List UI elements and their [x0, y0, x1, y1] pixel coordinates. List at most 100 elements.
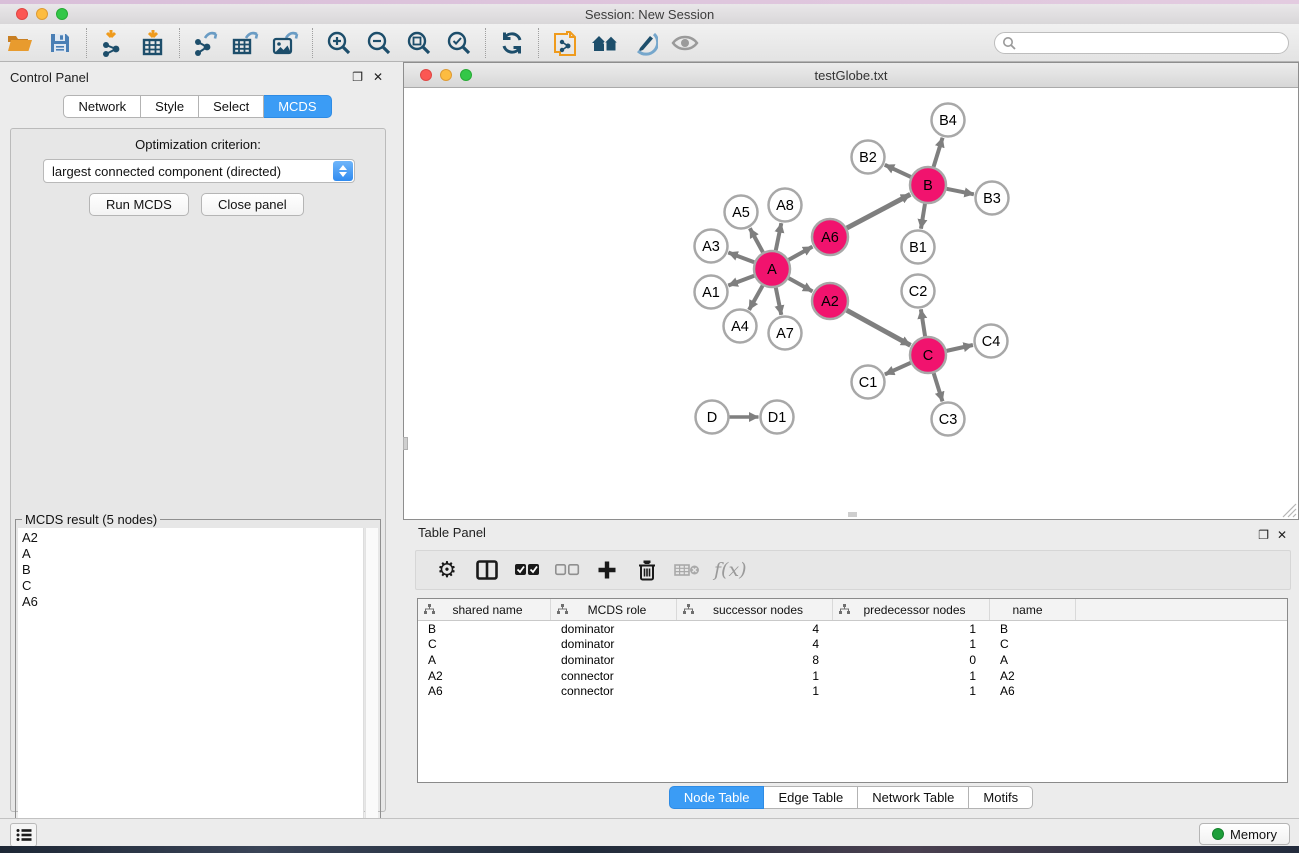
column-header-name[interactable]: name: [990, 599, 1076, 620]
edge-C-C4[interactable]: [947, 345, 973, 351]
unselect-all-columns-icon[interactable]: [554, 556, 580, 584]
cell[interactable]: 0: [833, 653, 990, 667]
node-A[interactable]: A: [754, 251, 790, 287]
node-D1[interactable]: D1: [761, 401, 794, 434]
save-session-button[interactable]: [40, 26, 80, 60]
show-graphics-details-button[interactable]: [665, 26, 705, 60]
import-table-button[interactable]: [133, 26, 173, 60]
close-panel-button[interactable]: Close panel: [201, 193, 304, 216]
cell[interactable]: B: [990, 622, 1076, 636]
table-options-gear-icon[interactable]: ⚙: [434, 556, 460, 584]
select-all-columns-icon[interactable]: [514, 556, 540, 584]
export-table-button[interactable]: [226, 26, 266, 60]
cell[interactable]: A: [418, 653, 551, 667]
node-B2[interactable]: B2: [852, 141, 885, 174]
split-panel-icon[interactable]: [474, 556, 500, 584]
node-C1[interactable]: C1: [852, 366, 885, 399]
column-header-shared-name[interactable]: shared name: [418, 599, 551, 620]
node-A5[interactable]: A5: [725, 196, 758, 229]
mcds-result-item[interactable]: A6: [22, 594, 359, 610]
node-A8[interactable]: A8: [769, 189, 802, 222]
edge-C-C2[interactable]: [921, 309, 925, 336]
cell[interactable]: 4: [677, 622, 833, 636]
cell[interactable]: A6: [990, 684, 1076, 698]
node-A4[interactable]: A4: [724, 310, 757, 343]
node-A2[interactable]: A2: [812, 283, 848, 319]
delete-columns-icon[interactable]: [634, 556, 660, 584]
network-canvas[interactable]: AA1A3A4A5A7A8A6A2BB1B2B3B4CC1C2C3C4DD1: [404, 88, 1298, 519]
zoom-selected-button[interactable]: [439, 26, 479, 60]
table-panel-float-icon[interactable]: ❐: [1258, 528, 1269, 542]
network-bottom-scrollbar-thumb[interactable]: [848, 512, 857, 517]
cell[interactable]: 4: [677, 637, 833, 651]
node-C[interactable]: C: [910, 337, 946, 373]
cell[interactable]: 1: [833, 669, 990, 683]
edge-A6-B[interactable]: [847, 194, 911, 228]
cell[interactable]: C: [418, 637, 551, 651]
edge-A-A2[interactable]: [789, 278, 813, 291]
export-network-button[interactable]: [186, 26, 226, 60]
cell[interactable]: dominator: [551, 622, 677, 636]
node-A3[interactable]: A3: [695, 230, 728, 263]
edge-C-C3[interactable]: [934, 373, 943, 401]
cell[interactable]: 1: [677, 669, 833, 683]
memory-button[interactable]: Memory: [1199, 823, 1290, 845]
apply-layout-button[interactable]: [492, 26, 532, 60]
table-row-A2[interactable]: A2connector11A2: [418, 668, 1287, 684]
add-column-icon[interactable]: [594, 556, 620, 584]
table-row-B[interactable]: Bdominator41B: [418, 621, 1287, 637]
edge-A-A6[interactable]: [789, 247, 813, 260]
mcds-result-item[interactable]: C: [22, 578, 359, 594]
control-panel-float-icon[interactable]: ❐: [352, 70, 363, 84]
cell[interactable]: A: [990, 653, 1076, 667]
edge-A-A4[interactable]: [749, 286, 763, 310]
node-B1[interactable]: B1: [902, 231, 935, 264]
tab-node-table[interactable]: Node Table: [669, 786, 765, 809]
export-image-button[interactable]: [266, 26, 306, 60]
edge-B-B1[interactable]: [921, 204, 925, 229]
cell[interactable]: A2: [990, 669, 1076, 683]
resize-grip-icon[interactable]: [1279, 500, 1297, 518]
tab-network-table[interactable]: Network Table: [858, 786, 969, 809]
node-B[interactable]: B: [910, 167, 946, 203]
network-left-scrollbar-thumb[interactable]: [403, 437, 408, 450]
edge-B-B3[interactable]: [947, 189, 974, 195]
criterion-dropdown[interactable]: largest connected component (directed): [43, 159, 355, 183]
cell[interactable]: 1: [677, 684, 833, 698]
edge-A-A7[interactable]: [776, 288, 782, 315]
table-row-C[interactable]: Cdominator41C: [418, 637, 1287, 653]
node-A1[interactable]: A1: [695, 276, 728, 309]
new-network-from-file-button[interactable]: [545, 26, 585, 60]
tab-style[interactable]: Style: [141, 95, 199, 118]
node-A7[interactable]: A7: [769, 317, 802, 350]
node-A6[interactable]: A6: [812, 219, 848, 255]
run-mcds-button[interactable]: Run MCDS: [89, 193, 189, 216]
task-history-button[interactable]: [10, 823, 37, 847]
cell[interactable]: C: [990, 637, 1076, 651]
table-row-A6[interactable]: A6connector11A6: [418, 683, 1287, 699]
column-header-MCDS-role[interactable]: MCDS role: [551, 599, 677, 620]
edge-A-A5[interactable]: [750, 228, 763, 252]
cell[interactable]: 1: [833, 684, 990, 698]
import-network-button[interactable]: [93, 26, 133, 60]
edge-A-A1[interactable]: [728, 276, 754, 286]
tab-mcds[interactable]: MCDS: [264, 95, 331, 118]
zoom-out-button[interactable]: [359, 26, 399, 60]
open-session-button[interactable]: [0, 26, 40, 60]
cell[interactable]: A2: [418, 669, 551, 683]
mcds-result-scrollbar[interactable]: [365, 528, 378, 853]
cell[interactable]: connector: [551, 684, 677, 698]
first-neighbors-button[interactable]: [585, 26, 625, 60]
zoom-fit-button[interactable]: [399, 26, 439, 60]
cell[interactable]: dominator: [551, 653, 677, 667]
edge-B-B4[interactable]: [934, 138, 943, 167]
control-panel-close-icon[interactable]: ✕: [373, 70, 383, 84]
node-C4[interactable]: C4: [975, 325, 1008, 358]
edge-B-B2[interactable]: [885, 165, 911, 177]
tab-select[interactable]: Select: [199, 95, 264, 118]
node-C2[interactable]: C2: [902, 275, 935, 308]
tab-network[interactable]: Network: [63, 95, 141, 118]
mcds-result-item[interactable]: A: [22, 546, 359, 562]
edge-A2-C[interactable]: [847, 310, 911, 345]
cell[interactable]: 8: [677, 653, 833, 667]
